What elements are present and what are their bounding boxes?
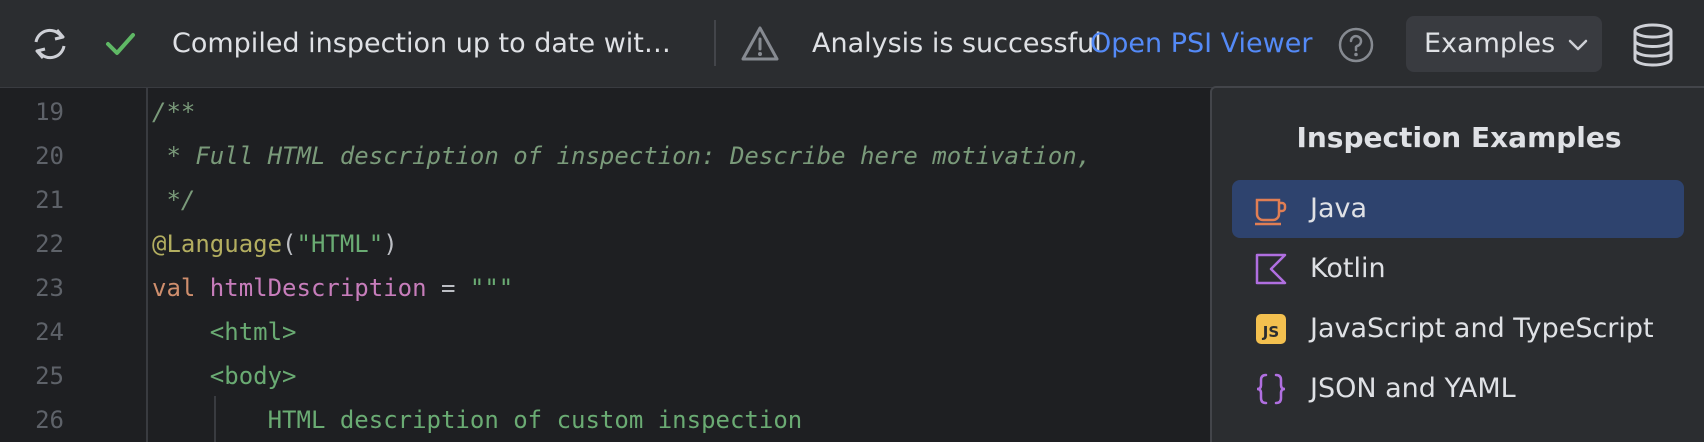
menu-item-label: Java xyxy=(1310,193,1368,224)
compile-status-text: Compiled inspection up to date with s... xyxy=(172,28,672,59)
warning-icon xyxy=(741,26,779,61)
menu-item-java[interactable]: Java xyxy=(1232,180,1684,238)
code-token: @Language xyxy=(152,230,283,258)
kotlin-icon xyxy=(1255,253,1287,285)
code-token: ) xyxy=(383,230,398,258)
code-token: = xyxy=(426,274,470,302)
menu-item-javascript-typescript[interactable]: JS JavaScript and TypeScript xyxy=(1232,300,1684,358)
line-number: 26 xyxy=(35,406,64,434)
menu-item-label: JSON and YAML xyxy=(1310,373,1516,404)
json-braces-icon xyxy=(1256,373,1286,405)
java-cup-icon xyxy=(1255,198,1287,226)
js-icon: JS xyxy=(1256,314,1286,344)
svg-text:JS: JS xyxy=(1262,323,1279,341)
toolbar: Compiled inspection up to date with s...… xyxy=(0,0,1704,88)
examples-button-label: Examples xyxy=(1424,28,1556,59)
line-number: 22 xyxy=(35,230,64,258)
code-text: * Full HTML description of inspection: D… xyxy=(152,134,1091,178)
code-token: HTML description of custom inspection xyxy=(152,406,803,434)
code-token: <html> xyxy=(152,318,297,346)
line-number: 23 xyxy=(35,274,64,302)
toolbar-separator xyxy=(714,20,716,66)
open-psi-viewer-link[interactable]: Open PSI Viewer xyxy=(1090,26,1312,62)
code-token: * Full HTML description of inspection: D… xyxy=(152,142,1092,170)
help-icon[interactable] xyxy=(1338,27,1374,63)
code-text: val htmlDescription = """ xyxy=(152,266,513,310)
code-token: htmlDescription xyxy=(209,274,427,302)
menu-item-kotlin[interactable]: Kotlin xyxy=(1232,240,1684,298)
code-token: */ xyxy=(152,186,196,214)
menu-item-json-yaml[interactable]: JSON and YAML xyxy=(1232,360,1684,418)
line-number: 24 xyxy=(35,318,64,346)
code-text: */ xyxy=(152,178,195,222)
indent-guide xyxy=(214,396,216,442)
line-number: 25 xyxy=(35,362,64,390)
menu-item-label: JavaScript and TypeScript xyxy=(1310,313,1654,344)
code-text: <body> xyxy=(152,354,297,398)
code-token: val xyxy=(152,274,210,302)
check-icon xyxy=(106,33,135,55)
analysis-status-text: Analysis is successful xyxy=(812,28,1102,59)
menu-item-label: Kotlin xyxy=(1310,253,1386,284)
code-token: /** xyxy=(152,98,196,126)
code-token: ( xyxy=(282,230,297,258)
line-number: 19 xyxy=(35,98,64,126)
code-text: HTML description of custom inspection xyxy=(152,398,803,442)
code-text: @Language("HTML") xyxy=(152,222,398,266)
code-text: <html> xyxy=(152,310,297,354)
line-number: 21 xyxy=(35,186,64,214)
code-token: <body> xyxy=(152,362,297,390)
chevron-down-icon xyxy=(1568,39,1588,51)
inspection-examples-popup: Inspection Examples Java Kotlin JS JavaS… xyxy=(1210,86,1704,442)
popup-title: Inspection Examples xyxy=(1296,121,1622,154)
code-text: /** xyxy=(152,90,195,134)
database-icon[interactable] xyxy=(1630,22,1676,68)
code-token: "HTML" xyxy=(296,230,384,258)
examples-dropdown-button[interactable]: Examples xyxy=(1406,16,1602,72)
code-token: """ xyxy=(469,274,514,302)
refresh-icon[interactable] xyxy=(30,26,70,62)
line-number: 20 xyxy=(35,142,64,170)
